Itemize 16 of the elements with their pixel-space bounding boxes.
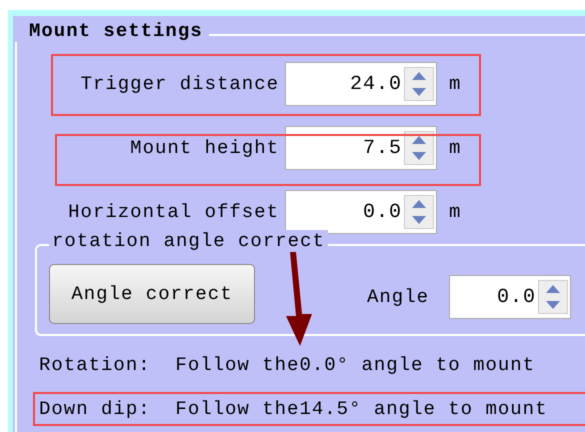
group-title: rotation angle correct [49, 230, 328, 252]
field-label: Angle [367, 286, 430, 308]
unit-label: m [449, 73, 462, 95]
field-label: Horizontal offset [67, 201, 280, 223]
field-label: Mount height [129, 137, 280, 159]
number-field[interactable]: 0.0 [449, 275, 572, 319]
status-text: Down dip: Follow the14.5° angle to mount [33, 392, 585, 426]
angle-correct-button[interactable]: Angle correct [49, 264, 255, 324]
field-label: Trigger distance [80, 73, 280, 95]
group-title: Mount settings [15, 20, 209, 42]
number-field[interactable]: 7.5 [285, 126, 437, 170]
unit-label: m [449, 137, 462, 159]
number-field[interactable]: 24.0 [285, 62, 437, 106]
unit-label: m [449, 201, 462, 223]
number-field[interactable]: 0.0 [285, 190, 437, 234]
status-text: Rotation: Follow the0.0° angle to mount [38, 353, 536, 378]
